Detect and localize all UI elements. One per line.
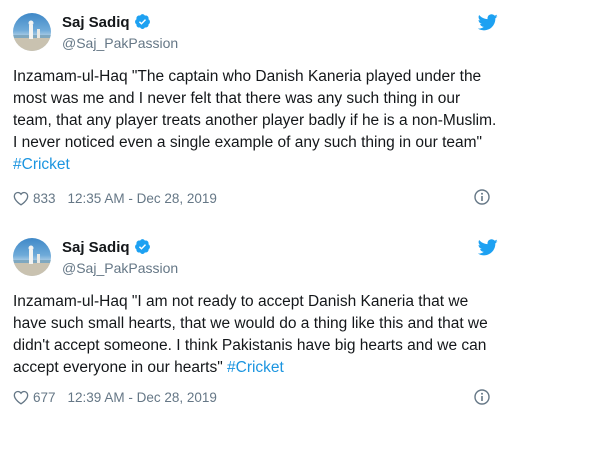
- tweet-meta: 833 12:35 AM - Dec 28, 2019: [13, 190, 217, 208]
- info-icon[interactable]: [474, 189, 490, 205]
- author-handle[interactable]: @Saj_PakPassion: [62, 34, 178, 52]
- heart-icon[interactable]: [13, 191, 29, 206]
- tweet-card: Saj Sadiq @Saj_PakPassion Inzamam-ul-Haq…: [0, 0, 600, 225]
- tweet-text: Inzamam-ul-Haq "I am not ready to accept…: [13, 291, 503, 379]
- tweet-card: Saj Sadiq @Saj_PakPassion Inzamam-ul-Haq…: [0, 225, 600, 450]
- tweet-meta: 677 12:39 AM - Dec 28, 2019: [13, 389, 217, 407]
- timestamp[interactable]: 12:39 AM - Dec 28, 2019: [68, 390, 217, 405]
- hashtag-link[interactable]: #Cricket: [227, 359, 284, 376]
- twitter-bird-icon[interactable]: [478, 239, 498, 256]
- like-count: 677: [33, 390, 56, 405]
- author-handle[interactable]: @Saj_PakPassion: [62, 259, 178, 277]
- avatar[interactable]: [13, 13, 51, 51]
- verified-badge-icon: [134, 239, 150, 254]
- tweet-body: Inzamam-ul-Haq "The captain who Danish K…: [13, 68, 497, 151]
- avatar[interactable]: [13, 238, 51, 276]
- timestamp[interactable]: 12:35 AM - Dec 28, 2019: [68, 191, 217, 206]
- twitter-bird-icon[interactable]: [478, 14, 498, 31]
- author-name[interactable]: Saj Sadiq: [62, 238, 151, 257]
- hashtag-link[interactable]: #Cricket: [13, 156, 70, 173]
- info-icon[interactable]: [474, 389, 490, 405]
- author-name[interactable]: Saj Sadiq: [62, 13, 151, 32]
- heart-icon[interactable]: [13, 390, 29, 405]
- tweet-text: Inzamam-ul-Haq "The captain who Danish K…: [13, 66, 503, 176]
- verified-badge-icon: [134, 14, 150, 29]
- like-count: 833: [33, 191, 56, 206]
